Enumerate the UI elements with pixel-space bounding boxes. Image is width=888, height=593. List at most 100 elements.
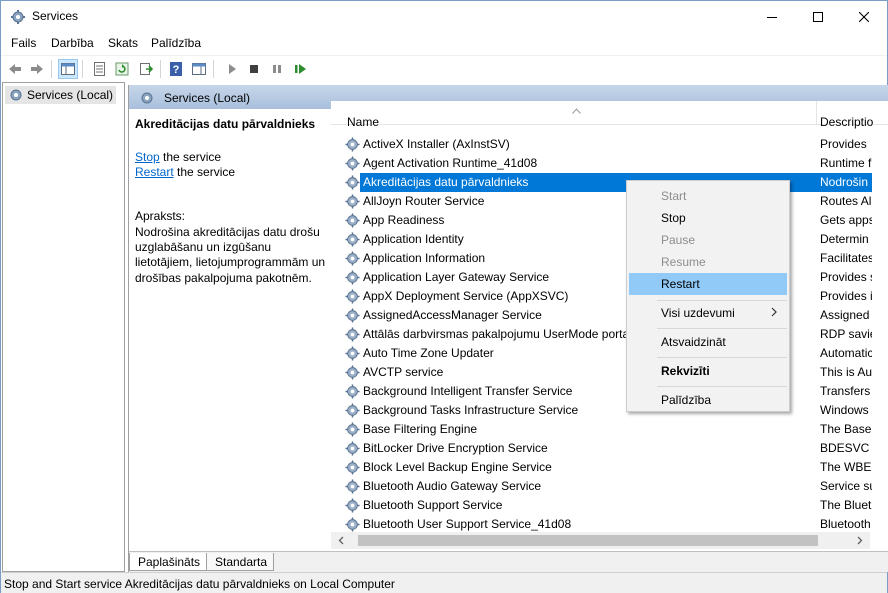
menu-action[interactable]: Darbība [51, 36, 94, 50]
service-description: Assigned [820, 308, 870, 322]
menu-file[interactable]: Fails [11, 36, 36, 50]
service-description: Facilitates [820, 251, 872, 265]
service-row[interactable]: Application Identity Determin [343, 230, 872, 249]
ctx-separator [657, 328, 787, 329]
service-name: Bluetooth Audio Gateway Service [363, 479, 542, 493]
service-description: Nodrošin [816, 173, 872, 192]
tree-item-label: Services (Local) [27, 88, 114, 102]
service-row[interactable]: Block Level Backup Engine Service The WBE… [343, 458, 872, 477]
forward-arrow-icon [31, 64, 43, 74]
menu-help[interactable]: Palīdzība [151, 36, 201, 50]
service-row[interactable]: Auto Time Zone Updater Automatic [343, 344, 872, 363]
ctx-refresh[interactable]: Atsvaidzināt [629, 331, 787, 353]
service-gear-icon [345, 289, 360, 307]
stop-service-link[interactable]: Stop [135, 150, 160, 164]
start-service-button[interactable] [222, 59, 242, 79]
status-text: Stop and Start service Akreditācijas dat… [4, 577, 395, 591]
service-name: Bluetooth Support Service [363, 498, 503, 512]
service-row[interactable]: Bluetooth Support Service The Bluet [343, 496, 872, 515]
menu-view[interactable]: Skats [108, 36, 138, 50]
description-text: Nodrošina akreditācijas datu drošu uzgla… [135, 225, 326, 285]
toolbar-separator [160, 60, 161, 78]
refresh-toolbar-button[interactable] [112, 59, 132, 79]
maximize-icon [813, 11, 823, 22]
forward-button[interactable] [27, 59, 47, 79]
service-row[interactable]: AllJoyn Router Service Routes Al [343, 192, 872, 211]
ctx-all-tasks[interactable]: Visi uzdevumi [629, 302, 787, 324]
service-row[interactable]: ActiveX Installer (AxInstSV) Provides [343, 135, 872, 154]
restart-link-suffix: the service [173, 165, 236, 179]
stop-link-row: Stop the service [135, 150, 221, 164]
ctx-help[interactable]: Palīdzība [629, 389, 787, 411]
service-row[interactable]: Background Intelligent Transfer Service T… [343, 382, 872, 401]
service-gear-icon [345, 232, 360, 250]
show-hide-console-tree-button[interactable] [58, 59, 78, 79]
column-header-description[interactable]: Descriptio [820, 115, 873, 129]
minimize-button[interactable] [749, 1, 795, 32]
service-row[interactable]: Attālās darbvirsmas pakalpojumu UserMode… [343, 325, 872, 344]
properties-toolbar-button[interactable] [89, 59, 109, 79]
service-row[interactable]: Base Filtering Engine The Base [343, 420, 872, 439]
submenu-arrow-icon [771, 307, 777, 317]
service-row[interactable]: Agent Activation Runtime_41d08 Runtime f [343, 154, 872, 173]
toolbar: ? [1, 55, 887, 81]
service-row[interactable]: Background Tasks Infrastructure Service W… [343, 401, 872, 420]
service-row[interactable]: Application Layer Gateway Service Provide… [343, 268, 872, 287]
service-gear-icon [345, 384, 360, 402]
help-toolbar-button[interactable]: ? [166, 59, 186, 79]
service-row[interactable]: AssignedAccessManager Service Assigned [343, 306, 872, 325]
export-list-button[interactable] [136, 59, 156, 79]
service-description: The WBEN [820, 460, 872, 474]
service-description: BDESVC h [820, 441, 872, 455]
service-gear-icon [345, 479, 360, 497]
status-bar: Stop and Start service Akreditācijas dat… [1, 572, 887, 593]
scroll-left-arrow-icon[interactable] [333, 532, 350, 549]
refresh-icon [115, 62, 129, 76]
service-name: Block Level Backup Engine Service [363, 460, 552, 474]
maximize-button[interactable] [795, 1, 841, 32]
service-row[interactable]: App Readiness Gets apps [343, 211, 872, 230]
horizontal-scrollbar[interactable] [331, 532, 870, 549]
tab-standard[interactable]: Standarta [206, 553, 275, 571]
pause-service-button[interactable] [267, 59, 287, 79]
tree-item-services-local[interactable]: Services (Local) [5, 86, 117, 104]
service-gear-icon [345, 137, 360, 155]
service-name: BitLocker Drive Encryption Service [363, 441, 548, 455]
service-description: Provides s [820, 270, 872, 284]
view-tabs: Paplašināts Standarta [129, 551, 888, 572]
stop-service-button[interactable] [244, 59, 264, 79]
service-name: Agent Activation Runtime_41d08 [363, 156, 538, 170]
close-button[interactable] [841, 1, 887, 32]
pause-icon [273, 65, 281, 73]
tab-extended[interactable]: Paplašināts [129, 553, 208, 571]
toolbar-separator [51, 60, 52, 78]
service-row[interactable]: Application Information Facilitates [343, 249, 872, 268]
ctx-resume[interactable]: Resume [629, 251, 787, 273]
pane-header-title: Services (Local) [164, 91, 251, 105]
back-button[interactable] [5, 59, 25, 79]
console-tree-icon [61, 63, 75, 75]
service-gear-icon [345, 422, 360, 440]
column-header-name[interactable]: Name [347, 115, 379, 129]
service-row[interactable]: AppX Deployment Service (AppXSVC) Provide… [343, 287, 872, 306]
service-row[interactable]: BitLocker Drive Encryption Service BDESVC… [343, 439, 872, 458]
ctx-stop[interactable]: Stop [629, 207, 787, 229]
ctx-separator [657, 300, 787, 301]
ctx-all-tasks-label: Visi uzdevumi [661, 306, 735, 320]
service-description: RDP savie [820, 327, 872, 341]
ctx-restart[interactable]: Restart [629, 273, 787, 295]
ctx-pause[interactable]: Pause [629, 229, 787, 251]
restart-service-link[interactable]: Restart [135, 165, 174, 179]
column-divider[interactable] [816, 101, 817, 125]
restart-service-button[interactable] [290, 59, 310, 79]
show-action-pane-button[interactable] [189, 59, 209, 79]
service-row[interactable]: Bluetooth Audio Gateway Service Service s… [343, 477, 872, 496]
scroll-right-arrow-icon[interactable] [851, 532, 868, 549]
ctx-properties[interactable]: Rekvizīti [629, 360, 787, 382]
service-row[interactable]: AVCTP service This is Au [343, 363, 872, 382]
service-row[interactable]: Akreditācijas datu pārvaldnieks Nodrošin [343, 173, 872, 192]
ctx-start[interactable]: Start [629, 185, 787, 207]
restart-link-row: Restart the service [135, 165, 235, 179]
horizontal-scroll-thumb[interactable] [358, 535, 818, 546]
title-bar[interactable]: Services [1, 1, 887, 32]
